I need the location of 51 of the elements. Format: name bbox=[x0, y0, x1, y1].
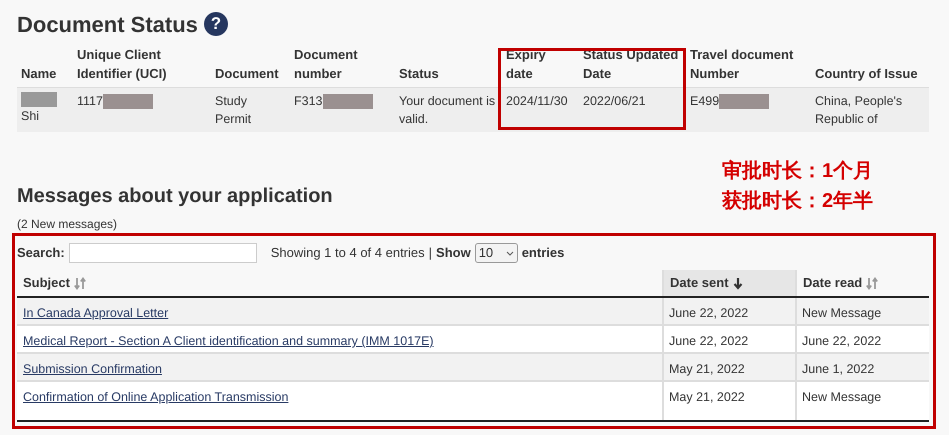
column-header: Document number bbox=[293, 46, 359, 83]
annotation-text: 审批时长：1个月 bbox=[722, 158, 874, 184]
table-cell: F313 bbox=[294, 94, 322, 108]
table-cell: Study Permit bbox=[215, 94, 252, 126]
message-link[interactable]: Medical Report - Section A Client identification and summary (IMM 1017E) bbox=[23, 334, 434, 348]
redaction-block bbox=[102, 94, 153, 110]
entries-label: entries bbox=[522, 244, 564, 262]
table-cell: China, People's Republic of bbox=[815, 94, 902, 126]
column-header[interactable]: Date sent bbox=[662, 270, 795, 296]
message-link[interactable]: In Canada Approval Letter bbox=[23, 306, 168, 320]
table-cell: Shi bbox=[21, 109, 40, 123]
table-cell: New Message bbox=[802, 306, 882, 320]
redaction-block bbox=[322, 94, 372, 110]
column-header: Name bbox=[20, 65, 58, 83]
table-cell: June 1, 2022 bbox=[802, 362, 874, 376]
page-size-select[interactable]: 10 bbox=[474, 243, 518, 263]
section-heading: Document Status bbox=[17, 10, 198, 38]
sort-icon bbox=[866, 276, 878, 290]
table-cell: Your document is valid. bbox=[399, 94, 496, 126]
annotation-text: 获批时长：2年半 bbox=[722, 189, 874, 214]
column-header: Country of Issue bbox=[814, 65, 919, 83]
table-cell: New Message bbox=[802, 390, 882, 404]
message-count: (2 New messages) bbox=[17, 217, 118, 231]
sort-icon bbox=[74, 276, 86, 290]
redaction-block bbox=[21, 92, 57, 107]
column-header: Status bbox=[398, 65, 440, 83]
table-cell: 2022/06/21 bbox=[583, 94, 646, 108]
column-header: Unique Client Identifier (UCI) bbox=[76, 46, 168, 83]
table-cell: June 22, 2022 bbox=[802, 334, 882, 348]
separator-text: | bbox=[428, 244, 432, 262]
chevron-icon bbox=[506, 250, 514, 256]
sort-descending-icon bbox=[732, 276, 743, 290]
redaction-block bbox=[719, 94, 770, 110]
search-label: Search: bbox=[17, 244, 65, 262]
table-cell: May 21, 2022 bbox=[669, 390, 745, 404]
section-heading: Messages about your application bbox=[17, 184, 333, 208]
entries-info: Showing 1 to 4 of 4 entries bbox=[270, 244, 425, 262]
help-button[interactable]: ? bbox=[204, 12, 228, 36]
search-field[interactable] bbox=[68, 243, 257, 263]
table-cell: May 21, 2022 bbox=[669, 362, 745, 376]
column-header: Travel document Number bbox=[689, 46, 794, 83]
table-cell: 1117 bbox=[77, 94, 103, 108]
message-link[interactable]: Submission Confirmation bbox=[23, 362, 162, 376]
show-label: Show bbox=[436, 244, 471, 262]
message-link[interactable]: Confirmation of Online Application Transmission bbox=[23, 390, 288, 404]
column-header: Document bbox=[214, 65, 280, 83]
table-cell: June 22, 2022 bbox=[669, 334, 748, 348]
table-cell: 2024/11/30 bbox=[506, 94, 568, 108]
column-header: Status Updated Date bbox=[582, 46, 680, 83]
table-cell: June 22, 2022 bbox=[669, 306, 748, 320]
table-cell: E499 bbox=[690, 94, 720, 108]
